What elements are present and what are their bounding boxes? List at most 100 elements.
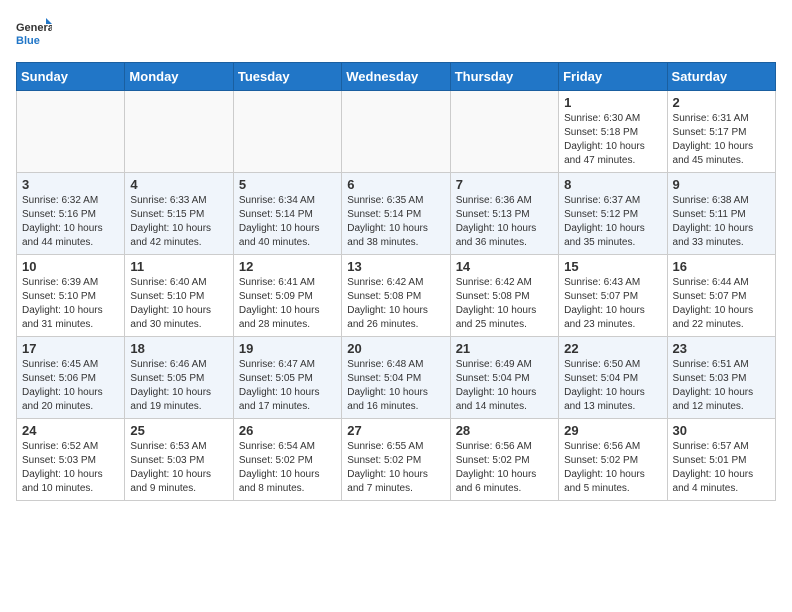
day-info: Sunrise: 6:52 AMSunset: 5:03 PMDaylight:…: [22, 440, 119, 496]
calendar-day-cell: 5 Sunrise: 6:34 AMSunset: 5:14 PMDaylight…: [233, 173, 341, 255]
calendar-week-row: 17 Sunrise: 6:45 AMSunset: 5:06 PMDayligh…: [17, 337, 776, 419]
day-number: 27: [347, 423, 444, 438]
day-info: Sunrise: 6:40 AMSunset: 5:10 PMDaylight:…: [130, 276, 227, 332]
day-info: Sunrise: 6:42 AMSunset: 5:08 PMDaylight:…: [347, 276, 444, 332]
day-number: 1: [564, 95, 661, 110]
day-info: Sunrise: 6:53 AMSunset: 5:03 PMDaylight:…: [130, 440, 227, 496]
calendar-day-cell: 19Sunrise: 6:47 AMSunset: 5:05 PMDayligh…: [233, 337, 341, 419]
day-header-tuesday: Tuesday: [233, 63, 341, 91]
calendar-header-row: SundayMondayTuesdayWednesdayThursdayFrid…: [17, 63, 776, 91]
calendar-day-cell: 30Sunrise: 6:57 AMSunset: 5:01 PMDayligh…: [667, 419, 775, 501]
day-number: 29: [564, 423, 661, 438]
calendar-day-cell: [125, 91, 233, 173]
calendar-day-cell: [342, 91, 450, 173]
day-number: 6: [347, 177, 444, 192]
day-info: Sunrise: 6:35 AMSunset: 5:14 PMDaylight:…: [347, 194, 444, 250]
calendar-week-row: 24 Sunrise: 6:52 AMSunset: 5:03 PMDayligh…: [17, 419, 776, 501]
day-number: 5: [239, 177, 336, 192]
day-number: 14: [456, 259, 553, 274]
day-number: 17: [22, 341, 119, 356]
calendar-day-cell: [17, 91, 125, 173]
day-info: Sunrise: 6:36 AMSunset: 5:13 PMDaylight:…: [456, 194, 553, 250]
day-info: Sunrise: 6:39 AMSunset: 5:10 PMDaylight:…: [22, 276, 119, 332]
calendar-week-row: 1 Sunrise: 6:30 AMSunset: 5:18 PMDaylight…: [17, 91, 776, 173]
calendar-day-cell: 13Sunrise: 6:42 AMSunset: 5:08 PMDayligh…: [342, 255, 450, 337]
day-info: Sunrise: 6:42 AMSunset: 5:08 PMDaylight:…: [456, 276, 553, 332]
calendar-day-cell: [450, 91, 558, 173]
calendar-day-cell: 17 Sunrise: 6:45 AMSunset: 5:06 PMDayligh…: [17, 337, 125, 419]
calendar-week-row: 10Sunrise: 6:39 AMSunset: 5:10 PMDayligh…: [17, 255, 776, 337]
calendar-day-cell: 12 Sunrise: 6:41 AMSunset: 5:09 PMDayligh…: [233, 255, 341, 337]
calendar-day-cell: 27 Sunrise: 6:55 AMSunset: 5:02 PMDayligh…: [342, 419, 450, 501]
calendar-day-cell: 25 Sunrise: 6:53 AMSunset: 5:03 PMDayligh…: [125, 419, 233, 501]
day-number: 26: [239, 423, 336, 438]
day-info: Sunrise: 6:32 AMSunset: 5:16 PMDaylight:…: [22, 194, 119, 250]
calendar-day-cell: 15 Sunrise: 6:43 AMSunset: 5:07 PMDayligh…: [559, 255, 667, 337]
calendar-day-cell: 10Sunrise: 6:39 AMSunset: 5:10 PMDayligh…: [17, 255, 125, 337]
day-info: Sunrise: 6:57 AMSunset: 5:01 PMDaylight:…: [673, 440, 770, 496]
day-info: Sunrise: 6:47 AMSunset: 5:05 PMDaylight:…: [239, 358, 336, 414]
day-number: 12: [239, 259, 336, 274]
day-info: Sunrise: 6:30 AMSunset: 5:18 PMDaylight:…: [564, 112, 661, 168]
day-info: Sunrise: 6:41 AMSunset: 5:09 PMDaylight:…: [239, 276, 336, 332]
day-number: 25: [130, 423, 227, 438]
day-number: 11: [130, 259, 227, 274]
calendar-day-cell: 7 Sunrise: 6:36 AMSunset: 5:13 PMDaylight…: [450, 173, 558, 255]
calendar-day-cell: [233, 91, 341, 173]
calendar-table: SundayMondayTuesdayWednesdayThursdayFrid…: [16, 62, 776, 501]
day-number: 16: [673, 259, 770, 274]
day-info: Sunrise: 6:43 AMSunset: 5:07 PMDaylight:…: [564, 276, 661, 332]
calendar-day-cell: 23 Sunrise: 6:51 AMSunset: 5:03 PMDayligh…: [667, 337, 775, 419]
calendar-day-cell: 26 Sunrise: 6:54 AMSunset: 5:02 PMDayligh…: [233, 419, 341, 501]
day-number: 22: [564, 341, 661, 356]
day-header-sunday: Sunday: [17, 63, 125, 91]
calendar-day-cell: 2 Sunrise: 6:31 AMSunset: 5:17 PMDaylight…: [667, 91, 775, 173]
calendar-day-cell: 3Sunrise: 6:32 AMSunset: 5:16 PMDaylight…: [17, 173, 125, 255]
day-info: Sunrise: 6:50 AMSunset: 5:04 PMDaylight:…: [564, 358, 661, 414]
day-number: 24: [22, 423, 119, 438]
calendar-day-cell: 28 Sunrise: 6:56 AMSunset: 5:02 PMDayligh…: [450, 419, 558, 501]
day-number: 4: [130, 177, 227, 192]
day-number: 23: [673, 341, 770, 356]
day-info: Sunrise: 6:54 AMSunset: 5:02 PMDaylight:…: [239, 440, 336, 496]
calendar-day-cell: 21 Sunrise: 6:49 AMSunset: 5:04 PMDayligh…: [450, 337, 558, 419]
day-number: 9: [673, 177, 770, 192]
day-info: Sunrise: 6:44 AMSunset: 5:07 PMDaylight:…: [673, 276, 770, 332]
day-info: Sunrise: 6:49 AMSunset: 5:04 PMDaylight:…: [456, 358, 553, 414]
calendar-week-row: 3Sunrise: 6:32 AMSunset: 5:16 PMDaylight…: [17, 173, 776, 255]
day-number: 7: [456, 177, 553, 192]
calendar-day-cell: 1 Sunrise: 6:30 AMSunset: 5:18 PMDaylight…: [559, 91, 667, 173]
day-number: 15: [564, 259, 661, 274]
day-number: 28: [456, 423, 553, 438]
calendar-day-cell: 6 Sunrise: 6:35 AMSunset: 5:14 PMDaylight…: [342, 173, 450, 255]
day-number: 2: [673, 95, 770, 110]
calendar-day-cell: 8Sunrise: 6:37 AMSunset: 5:12 PMDaylight…: [559, 173, 667, 255]
day-info: Sunrise: 6:37 AMSunset: 5:12 PMDaylight:…: [564, 194, 661, 250]
day-info: Sunrise: 6:51 AMSunset: 5:03 PMDaylight:…: [673, 358, 770, 414]
calendar-day-cell: 4 Sunrise: 6:33 AMSunset: 5:15 PMDaylight…: [125, 173, 233, 255]
calendar-day-cell: 9 Sunrise: 6:38 AMSunset: 5:11 PMDaylight…: [667, 173, 775, 255]
svg-text:Blue: Blue: [16, 35, 40, 47]
calendar-day-cell: 29 Sunrise: 6:56 AMSunset: 5:02 PMDayligh…: [559, 419, 667, 501]
day-number: 18: [130, 341, 227, 356]
calendar-day-cell: 16 Sunrise: 6:44 AMSunset: 5:07 PMDayligh…: [667, 255, 775, 337]
calendar-day-cell: 14 Sunrise: 6:42 AMSunset: 5:08 PMDayligh…: [450, 255, 558, 337]
day-info: Sunrise: 6:48 AMSunset: 5:04 PMDaylight:…: [347, 358, 444, 414]
day-number: 21: [456, 341, 553, 356]
day-info: Sunrise: 6:56 AMSunset: 5:02 PMDaylight:…: [456, 440, 553, 496]
day-header-friday: Friday: [559, 63, 667, 91]
day-info: Sunrise: 6:38 AMSunset: 5:11 PMDaylight:…: [673, 194, 770, 250]
day-info: Sunrise: 6:31 AMSunset: 5:17 PMDaylight:…: [673, 112, 770, 168]
day-info: Sunrise: 6:33 AMSunset: 5:15 PMDaylight:…: [130, 194, 227, 250]
logo: General Blue: [16, 16, 52, 52]
day-header-saturday: Saturday: [667, 63, 775, 91]
day-info: Sunrise: 6:55 AMSunset: 5:02 PMDaylight:…: [347, 440, 444, 496]
day-info: Sunrise: 6:34 AMSunset: 5:14 PMDaylight:…: [239, 194, 336, 250]
day-info: Sunrise: 6:56 AMSunset: 5:02 PMDaylight:…: [564, 440, 661, 496]
logo-svg: General Blue: [16, 16, 52, 52]
calendar-day-cell: 18Sunrise: 6:46 AMSunset: 5:05 PMDayligh…: [125, 337, 233, 419]
calendar-day-cell: 11 Sunrise: 6:40 AMSunset: 5:10 PMDayligh…: [125, 255, 233, 337]
page-header: General Blue: [16, 16, 776, 52]
day-info: Sunrise: 6:45 AMSunset: 5:06 PMDaylight:…: [22, 358, 119, 414]
calendar-day-cell: 20Sunrise: 6:48 AMSunset: 5:04 PMDayligh…: [342, 337, 450, 419]
